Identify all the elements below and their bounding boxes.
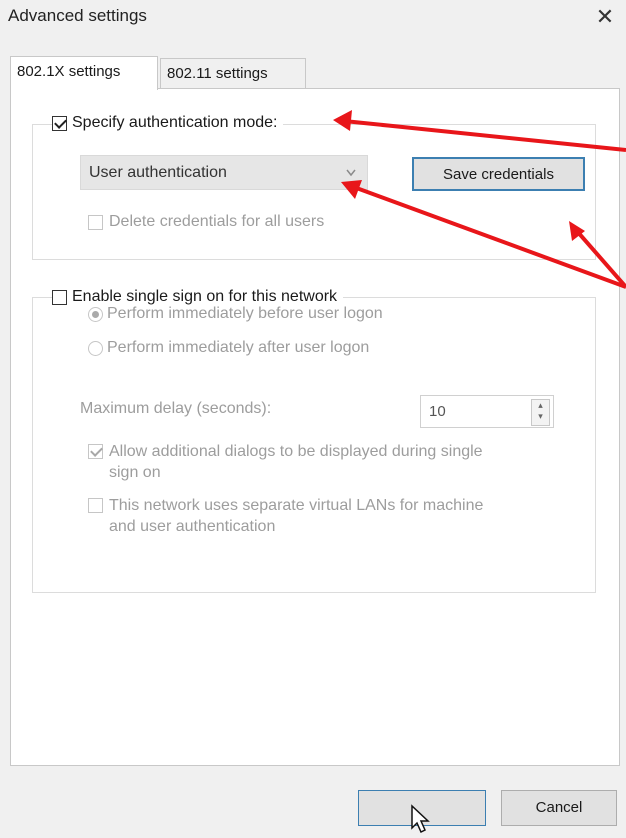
max-delay-value: 10: [429, 403, 446, 420]
tab-80211-settings[interactable]: 802.11 settings: [160, 58, 306, 88]
delete-credentials-label: Delete credentials for all users: [109, 213, 325, 230]
radio-after-logon-row[interactable]: Perform immediately after user logon: [88, 339, 376, 357]
separate-vlans-checkbox[interactable]: [88, 498, 103, 513]
radio-after-logon-label: Perform immediately after user logon: [107, 339, 370, 356]
allow-dialogs-checkbox[interactable]: [88, 444, 103, 459]
separate-vlans-checkbox-row[interactable]: This network uses separate virtual LANs …: [88, 495, 490, 537]
tab-8021x-settings[interactable]: 802.1X settings: [10, 56, 158, 90]
mouse-cursor-icon: [411, 804, 430, 834]
close-icon[interactable]: ✕: [590, 2, 620, 32]
radio-before-logon-label: Perform immediately before user logon: [107, 305, 383, 322]
cancel-button[interactable]: Cancel: [501, 790, 617, 826]
radio-before-logon[interactable]: [88, 306, 103, 322]
auth-mode-group: [32, 124, 596, 260]
enable-sso-checkbox[interactable]: [52, 289, 67, 305]
radio-before-logon-row[interactable]: Perform immediately before user logon: [88, 305, 389, 323]
auth-mode-selected-value: User authentication: [89, 164, 227, 181]
allow-dialogs-checkbox-row[interactable]: Allow additional dialogs to be displayed…: [88, 441, 489, 483]
enable-sso-label: Enable single sign on for this network: [72, 288, 338, 305]
max-delay-label: Maximum delay (seconds):: [80, 400, 272, 417]
save-credentials-button[interactable]: Save credentials: [412, 157, 585, 191]
chevron-down-icon: [345, 156, 357, 201]
enable-sso-checkbox-row[interactable]: Enable single sign on for this network: [52, 288, 344, 306]
allow-dialogs-label: Allow additional dialogs to be displayed…: [109, 443, 483, 481]
spin-up-icon[interactable]: ▴: [532, 400, 549, 411]
max-delay-spinbox[interactable]: 10 ▴ ▾: [420, 395, 554, 428]
window-title: Advanced settings: [8, 6, 147, 25]
spin-down-icon[interactable]: ▾: [532, 411, 549, 422]
auth-mode-dropdown[interactable]: User authentication: [80, 155, 368, 190]
separate-vlans-label: This network uses separate virtual LANs …: [109, 497, 484, 535]
specify-auth-mode-checkbox[interactable]: [52, 115, 67, 131]
specify-auth-mode-label: Specify authentication mode:: [72, 114, 278, 131]
delete-credentials-checkbox-row[interactable]: Delete credentials for all users: [88, 213, 331, 231]
spin-buttons[interactable]: ▴ ▾: [531, 399, 550, 426]
radio-after-logon[interactable]: [88, 340, 103, 356]
specify-auth-mode-checkbox-row[interactable]: Specify authentication mode:: [52, 114, 284, 132]
delete-credentials-checkbox[interactable]: [88, 214, 103, 230]
